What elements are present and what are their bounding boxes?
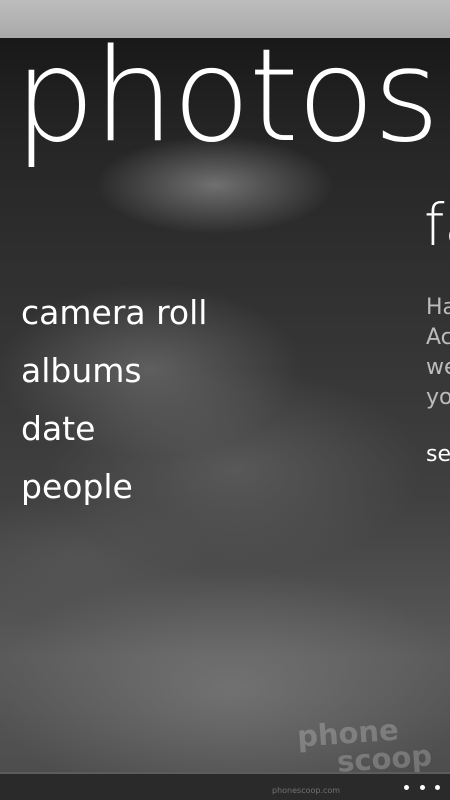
- app-bar-divider: [0, 772, 450, 774]
- menu-item-people[interactable]: people: [21, 464, 207, 522]
- phonescoop-watermark: phone scoop: [296, 713, 434, 779]
- next-section-text-line: Ha: [426, 295, 450, 320]
- menu-item-camera-roll[interactable]: camera roll: [21, 290, 207, 348]
- next-section-text-line: we: [426, 355, 450, 380]
- app-bar-more-button[interactable]: [404, 778, 440, 796]
- next-section-link[interactable]: se: [426, 440, 450, 470]
- menu-item-date[interactable]: date: [21, 406, 207, 464]
- menu-item-albums[interactable]: albums: [21, 348, 207, 406]
- next-section-text-line: yo: [426, 385, 450, 410]
- photos-hub-screen: photos camera roll albums date people fa…: [0, 0, 450, 800]
- ellipsis-icon: [435, 784, 440, 790]
- photos-menu: camera roll albums date people: [21, 290, 207, 522]
- ellipsis-icon: [419, 784, 425, 790]
- watermark-line: scoop: [335, 738, 434, 779]
- source-caption: phonescoop.com: [272, 786, 341, 795]
- ellipsis-icon: [404, 784, 409, 790]
- app-bar: [0, 772, 450, 800]
- page-title: photos: [14, 22, 440, 171]
- next-panorama-section[interactable]: fa Ha Ac we yo se: [424, 190, 450, 490]
- next-section-text-line: Ac: [426, 325, 450, 350]
- next-section-title: fa: [424, 191, 450, 259]
